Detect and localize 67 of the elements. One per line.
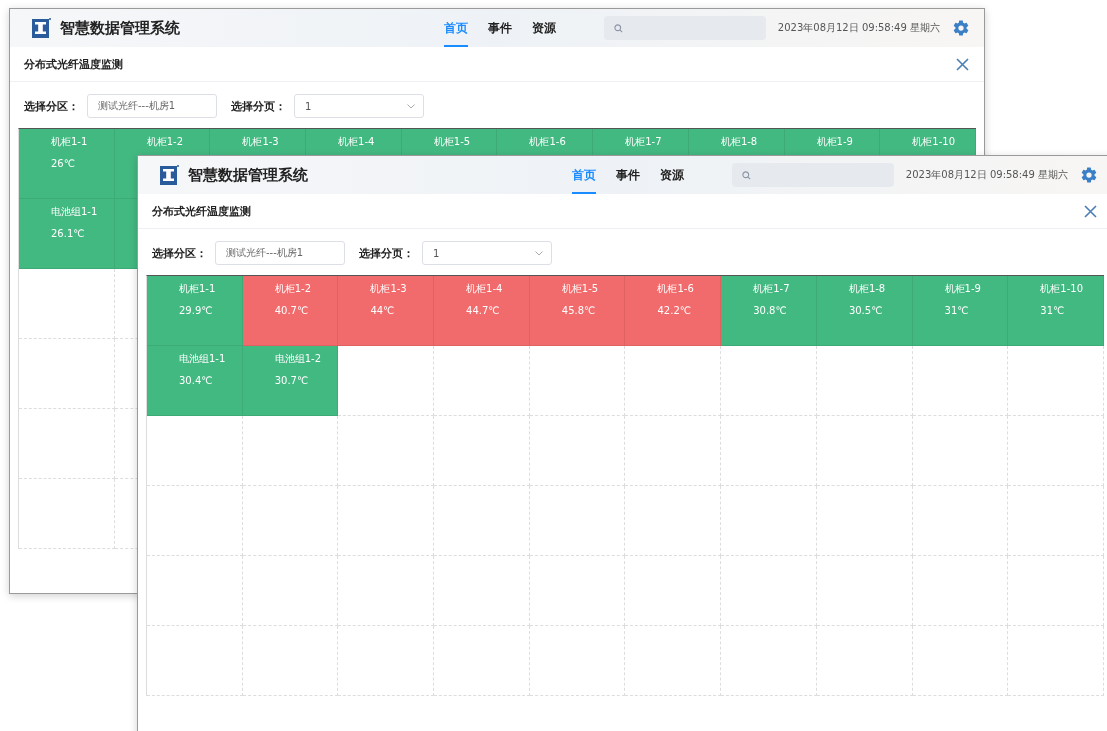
temperature-text: 26℃ — [51, 158, 76, 169]
nav-tab[interactable]: 事件 — [488, 9, 512, 47]
datetime-text: 2023年08月12日 09:58:49 星期六 — [905, 168, 1068, 182]
temperature-text: 31℃ — [944, 305, 970, 316]
app-title: 智慧数据管理系统 — [60, 18, 180, 38]
search-icon — [613, 23, 623, 33]
logo-icon — [32, 18, 51, 38]
temperature-text: 45.8℃ — [561, 305, 597, 316]
sensor-name: 电池组1-1 — [51, 205, 99, 219]
search-field[interactable] — [731, 163, 894, 187]
sensor-name: 机柜1-7 — [625, 135, 663, 149]
sensor-name: 电池组1-2 — [274, 352, 323, 366]
sensor-name: 机柜1-8 — [720, 135, 759, 149]
sensor-name: 机柜1-2 — [274, 282, 313, 296]
temperature-text: 30.7℃ — [274, 375, 310, 386]
sensor-name: 机柜1-6 — [657, 282, 695, 296]
zone-input-field[interactable]: 测试光纤---机房1 — [215, 241, 345, 265]
panel-title: 分布式光纤温度监测 — [152, 203, 251, 219]
search-icon — [741, 170, 751, 180]
sensor-name: 机柜1-4 — [466, 282, 504, 296]
app-title: 智慧数据管理系统 — [188, 165, 308, 185]
temperature-text: 30.5℃ — [848, 305, 884, 316]
filter-label: 选择分区： — [152, 245, 207, 261]
temperature-text: 42.2℃ — [657, 305, 692, 316]
sensor-name: 机柜1-5 — [561, 282, 600, 296]
sensor-name: 机柜1-3 — [242, 135, 280, 149]
sensor-name: 机柜1-6 — [529, 135, 567, 149]
search-field[interactable] — [603, 16, 766, 40]
temperature-text: 29.9℃ — [179, 305, 214, 316]
sensor-name: 机柜1-1 — [51, 135, 89, 149]
sensor-name: 机柜1-10 — [912, 135, 956, 149]
sensor-name: 机柜1-10 — [1040, 282, 1084, 296]
sensor-name: 机柜1-9 — [944, 282, 982, 296]
settings-icon[interactable] — [952, 19, 970, 37]
sensor-name: 机柜1-5 — [433, 135, 472, 149]
sensor-name: 机柜1-9 — [816, 135, 854, 149]
sensor-name: 机柜1-3 — [370, 282, 408, 296]
chevron-down-icon — [535, 250, 543, 256]
page-select[interactable]: 1 — [422, 241, 552, 265]
zone-input-field[interactable]: 测试光纤---机房1 — [87, 94, 217, 118]
temperature-text: 26.1℃ — [51, 228, 86, 239]
temperature-text: 44.7℃ — [466, 305, 501, 316]
sensor-name: 机柜1-1 — [179, 282, 217, 296]
page-select[interactable]: 1 — [294, 94, 424, 118]
close-button[interactable] — [1083, 203, 1098, 219]
sensor-name: 机柜1-2 — [146, 135, 185, 149]
settings-icon[interactable] — [1080, 166, 1098, 184]
sensor-name: 机柜1-8 — [848, 282, 887, 296]
temperature-text: 40.7℃ — [274, 305, 310, 316]
temperature-text: 30.8℃ — [753, 305, 788, 316]
nav-tab[interactable]: 事件 — [616, 156, 640, 194]
filter-label: 选择分页： — [231, 98, 286, 114]
sensor-name: 电池组1-1 — [179, 352, 227, 366]
nav-tab[interactable]: 资源 — [660, 156, 684, 194]
filter-label: 选择分区： — [24, 98, 79, 114]
sensor-name: 机柜1-4 — [338, 135, 376, 149]
nav-tab[interactable]: 资源 — [532, 9, 556, 47]
temperature-text: 31℃ — [1040, 305, 1066, 316]
logo-icon — [160, 165, 179, 185]
sensor-name: 机柜1-7 — [753, 282, 791, 296]
close-button[interactable] — [955, 56, 970, 72]
datetime-text: 2023年08月12日 09:58:49 星期六 — [777, 21, 940, 35]
temperature-text: 44℃ — [370, 305, 396, 316]
chevron-down-icon — [407, 103, 415, 109]
panel-title: 分布式光纤温度监测 — [24, 56, 123, 72]
filter-label: 选择分页： — [359, 245, 414, 261]
temperature-text: 30.4℃ — [179, 375, 214, 386]
